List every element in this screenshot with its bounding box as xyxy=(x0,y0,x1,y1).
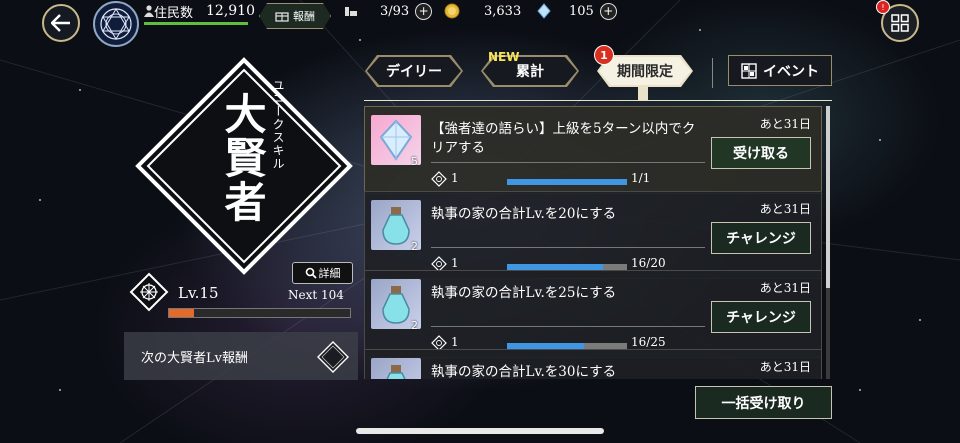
skill-exp-bar xyxy=(168,308,351,318)
tab-total-new-badge: NEW xyxy=(488,50,520,64)
mission-deadline: あと31日 xyxy=(759,360,811,374)
skill-exp-bar-fill xyxy=(169,309,195,317)
mission-divider xyxy=(431,247,705,248)
mission-title: 執事の家の合計Lv.を30にする xyxy=(431,364,617,379)
mission-deadline: あと31日 xyxy=(759,281,811,295)
stamina-icon xyxy=(345,7,357,16)
tab-divider xyxy=(712,58,713,88)
coin-counter: 3,633 xyxy=(444,0,521,22)
mission-progress-text: 16/20 xyxy=(631,256,666,270)
population-bar-fill xyxy=(144,22,248,25)
add-crystal-button[interactable]: + xyxy=(599,2,617,20)
mission-row: 5 【強者達の語らい】上級を5ターン以内でクリアする あと31日 1 1/1 受け取る xyxy=(364,106,822,194)
person-icon xyxy=(144,5,154,17)
selected-tab-indicator xyxy=(638,87,648,101)
list-top-border xyxy=(364,100,832,101)
population-label: 住民数 xyxy=(154,5,194,21)
mission-divider xyxy=(431,326,705,327)
population-value: 12,910 xyxy=(206,3,255,19)
mission-title: 執事の家の合計Lv.を25にする xyxy=(431,285,617,301)
mission-progress-bar xyxy=(507,179,627,185)
reward-diamond-icon xyxy=(317,341,349,373)
challenge-button[interactable]: チャレンジ xyxy=(711,301,811,333)
tab-total-label: 累計 xyxy=(516,64,544,80)
potion-reward-icon xyxy=(386,365,406,379)
detail-label: 詳細 xyxy=(318,267,341,280)
event-grid-icon xyxy=(741,62,757,79)
tab-daily[interactable]: デイリー xyxy=(365,55,463,87)
event-button[interactable]: イベント xyxy=(728,55,832,86)
next-level-reward-panel[interactable]: 次の大賢者Lv報酬 xyxy=(124,332,358,380)
treasure-chest-icon xyxy=(275,10,289,22)
stamina-counter: 3/93 + xyxy=(344,0,433,22)
mission-progress-bar-fill xyxy=(507,179,627,185)
next-level-exp: Next 104 xyxy=(288,288,344,302)
mission-reward-amount: 1 xyxy=(451,171,459,185)
home-indicator[interactable] xyxy=(356,428,604,434)
skill-exp-icon xyxy=(431,171,447,187)
mission-list-scrollbar[interactable] xyxy=(826,106,830,379)
population-bar xyxy=(144,22,248,25)
skill-level: Lv.15 xyxy=(178,284,219,302)
mission-list[interactable]: 5 【強者達の語らい】上級を5ターン以内でクリアする あと31日 1 1/1 受け取る 2 執… xyxy=(364,106,832,379)
add-stamina-button[interactable]: + xyxy=(415,2,433,20)
mission-progress-text: 16/25 xyxy=(631,335,666,349)
magic-crystal-icon xyxy=(537,3,551,19)
skill-subtitle: ユニークスキル xyxy=(271,79,285,170)
mission-row: 2 執事の家の合計Lv.を25にする あと31日 1 16/25 チャレンジ xyxy=(364,270,822,358)
skill-level-icon xyxy=(129,272,169,312)
tab-limited-badge: 1 xyxy=(594,45,614,65)
mission-reward-count: 2 xyxy=(411,240,418,253)
skill-title: 大賢者 xyxy=(218,92,267,224)
player-avatar[interactable] xyxy=(93,1,139,47)
mission-row: 2執事の家の合計Lv.を30にするあと31日116/30チャレンジ xyxy=(364,349,822,379)
tab-limited-label: 期間限定 xyxy=(617,64,673,80)
challenge-button[interactable]: チャレンジ xyxy=(711,222,811,254)
mission-reward-amount: 1 xyxy=(451,256,459,270)
coin-icon xyxy=(444,3,460,19)
mission-divider xyxy=(431,162,705,163)
menu-notification-badge: ! xyxy=(876,0,890,14)
next-level-reward-label: 次の大賢者Lv報酬 xyxy=(141,351,248,366)
mission-reward-count: 2 xyxy=(411,319,418,332)
mission-title: 【強者達の語らい】上級を5ターン以内でクリアする xyxy=(431,121,696,156)
mission-title: 執事の家の合計Lv.を20にする xyxy=(431,206,617,222)
detail-button[interactable]: 詳細 xyxy=(292,262,353,284)
mission-row: 2 執事の家の合計Lv.を20にする あと31日 1 16/20 チャレンジ xyxy=(364,191,822,279)
mission-reward-item[interactable] xyxy=(371,358,421,379)
mission-progress-text: 1/1 xyxy=(631,171,651,185)
bulk-claim-button[interactable]: 一括受け取り xyxy=(695,386,832,419)
magnifier-icon xyxy=(305,267,317,279)
coin-value: 3,633 xyxy=(484,3,522,19)
population-stat: 住民数 xyxy=(144,1,193,21)
magic-circle-icon xyxy=(100,8,132,40)
back-arrow-icon xyxy=(51,14,70,32)
claim-button[interactable]: 受け取る xyxy=(711,137,811,169)
crystal-value: 105 xyxy=(569,3,594,19)
grid-menu-icon xyxy=(891,14,909,32)
reward-button[interactable]: 報酬 xyxy=(259,3,331,29)
reward-label: 報酬 xyxy=(293,10,315,23)
crystal-counter: 105 + xyxy=(537,0,617,22)
event-label: イベント xyxy=(763,63,819,80)
mission-reward-count: 5 xyxy=(411,155,418,168)
tab-daily-label: デイリー xyxy=(386,64,442,80)
stamina-value: 3/93 xyxy=(380,3,410,19)
mission-deadline: あと31日 xyxy=(759,117,811,131)
back-button[interactable] xyxy=(42,4,80,42)
mission-deadline: あと31日 xyxy=(759,202,811,216)
mission-reward-amount: 1 xyxy=(451,335,459,349)
